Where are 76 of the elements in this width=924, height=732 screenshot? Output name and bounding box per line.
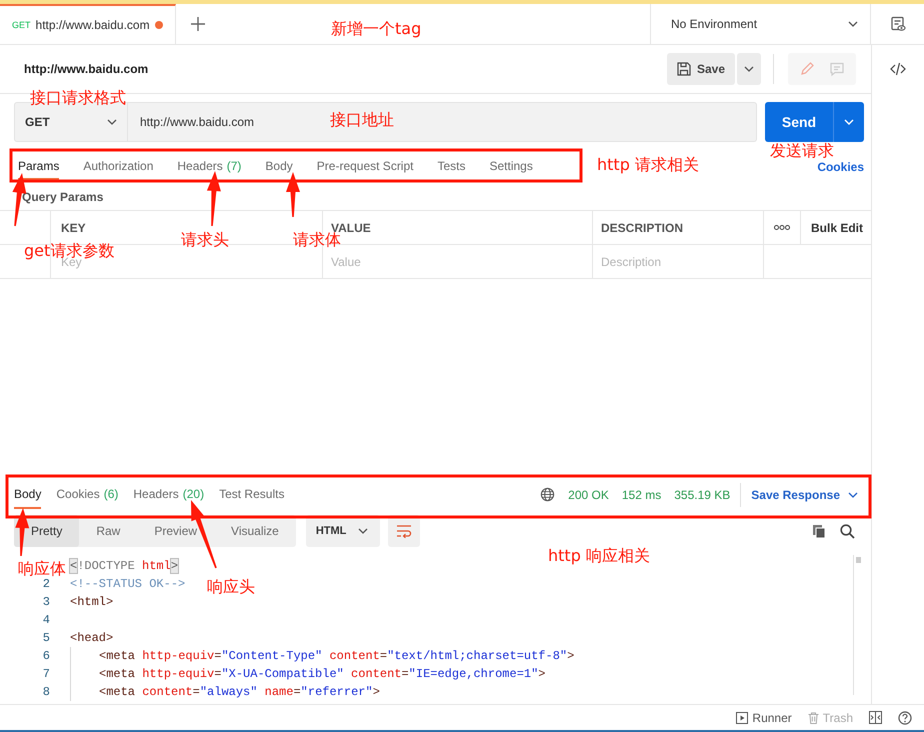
response-tab[interactable]: Body	[14, 480, 42, 508]
annotation-arrow	[286, 172, 300, 217]
annotation-label: 发送请求	[770, 141, 834, 161]
view-mode-tab[interactable]: Visualize	[214, 515, 296, 547]
param-field[interactable]: Value	[331, 254, 584, 268]
code-line: <!--STATUS OK-->	[70, 577, 186, 591]
request-option-tab[interactable]: Tests	[437, 154, 466, 180]
response-tab[interactable]: Headers (20)	[133, 480, 204, 508]
plus-icon[interactable]	[191, 17, 205, 31]
annotation-label: http 请求相关	[597, 155, 699, 175]
copy-icon[interactable]	[812, 524, 826, 538]
save-button[interactable]: Save	[666, 53, 735, 85]
play-icon	[736, 712, 748, 724]
section-title: Query Params	[22, 190, 104, 206]
caret-icon	[844, 119, 854, 125]
annotation-arrow	[15, 508, 30, 556]
column-header: DESCRIPTION	[592, 211, 763, 244]
help-icon[interactable]	[898, 710, 912, 724]
code-line: <meta content="always" name="referrer">	[99, 685, 380, 699]
caret-icon	[744, 66, 754, 72]
code-line: <head>	[70, 631, 114, 645]
caret-icon	[848, 492, 858, 498]
request-option-tab[interactable]: Body	[265, 154, 293, 180]
request-option-tab[interactable]: Settings	[490, 154, 533, 180]
runner-button[interactable]: Runner	[736, 710, 792, 724]
caret-icon	[107, 119, 117, 125]
status-code: 200 OK	[568, 488, 609, 502]
line-number: 2	[42, 577, 50, 591]
code-line: <meta http-equiv="Content-Type" content="text/html;charset=utf-8">	[99, 649, 574, 663]
comment-icon	[829, 61, 845, 77]
code-icon[interactable]	[890, 62, 906, 76]
save-response-button[interactable]: Save Response	[751, 488, 858, 502]
pencil-icon	[799, 61, 815, 77]
annotation-arrow	[206, 171, 221, 226]
code-line: <meta http-equiv="X-UA-Compatible" content="IE=edge,chrome=1">	[99, 667, 546, 681]
send-button[interactable]: Send	[765, 102, 833, 142]
environment-select[interactable]: No Environment	[650, 4, 870, 44]
line-number: 4	[42, 613, 50, 627]
request-option-tab[interactable]: Pre-request Script	[316, 154, 414, 180]
annotation-label: 接口地址	[330, 110, 394, 130]
annotation-label: http 响应相关	[548, 546, 650, 566]
layout-icon[interactable]	[869, 711, 882, 724]
param-field[interactable]: Description	[601, 254, 755, 268]
more-icon[interactable]	[774, 225, 790, 230]
request-option-tab[interactable]: Authorization	[83, 154, 154, 180]
cookies-link[interactable]: Cookies	[817, 160, 864, 174]
annotation-label: 新增一个tag	[331, 19, 422, 39]
response-time: 152 ms	[622, 488, 662, 502]
environment-icon[interactable]	[890, 16, 906, 32]
line-number: 8	[42, 685, 50, 699]
request-option-tab[interactable]: Headers (7)	[177, 154, 242, 180]
line-number: 3	[42, 595, 50, 609]
globe-icon[interactable]	[540, 487, 556, 502]
response-size: 355.19 KB	[674, 488, 730, 502]
request-name: http://www.baidu.com	[24, 62, 148, 76]
caret-icon	[848, 21, 858, 27]
bulk-edit-link[interactable]: Bulk Edit	[811, 220, 864, 234]
view-mode-tab[interactable]: Raw	[79, 515, 138, 547]
line-number: 5	[42, 631, 50, 645]
response-tab[interactable]: Cookies (6)	[56, 480, 118, 508]
request-tab[interactable]: GET http://www.baidu.com	[0, 4, 176, 44]
wrap-icon	[396, 524, 412, 538]
response-tab[interactable]: Test Results	[219, 480, 284, 508]
annotation-label: 响应体	[18, 559, 66, 579]
annotation-label: 请求头	[181, 230, 229, 250]
line-number: 6	[42, 649, 50, 663]
search-icon[interactable]	[840, 524, 855, 538]
code-line: <!DOCTYPE html>	[70, 559, 178, 573]
code-line: <html>	[70, 595, 114, 609]
trash-icon	[808, 712, 819, 724]
wrap-lines-button[interactable]	[388, 515, 420, 547]
format-select[interactable]: HTML	[306, 515, 380, 547]
view-mode-tab[interactable]: Preview	[137, 515, 214, 547]
line-number: 7	[42, 667, 50, 681]
annotation-label: 响应头	[207, 577, 255, 597]
caret-icon	[358, 528, 368, 534]
